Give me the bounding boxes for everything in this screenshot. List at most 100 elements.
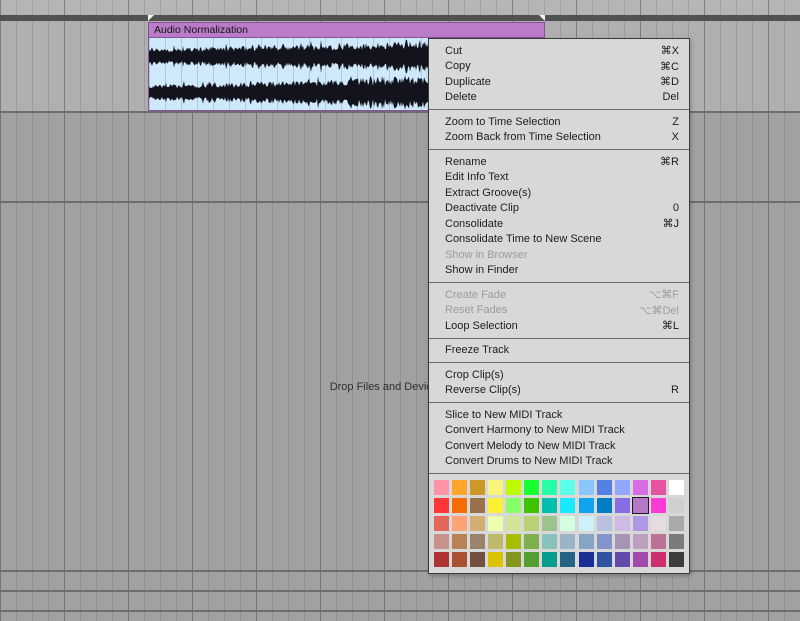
color-swatch-3dc300[interactable] <box>524 498 539 513</box>
menu-item-rename[interactable]: Rename⌘R <box>429 154 689 170</box>
color-swatch-d2e498[interactable] <box>506 516 521 531</box>
color-swatch-99836a[interactable] <box>470 534 485 549</box>
menu-item-deactivate-clip[interactable]: Deactivate Clip0 <box>429 201 689 217</box>
color-swatch-b677c6[interactable] <box>633 498 648 513</box>
color-swatch-e553a0[interactable] <box>651 480 666 495</box>
color-swatch-cc9927[interactable] <box>470 480 485 495</box>
color-swatch-ffa529[interactable] <box>452 480 467 495</box>
color-swatch-8bc5ff[interactable] <box>579 480 594 495</box>
color-swatch-25ffa8[interactable] <box>542 480 557 495</box>
menu-item-delete[interactable]: DeleteDel <box>429 90 689 106</box>
return-track-lane-b[interactable] <box>0 592 800 610</box>
color-swatch-00bfaf[interactable] <box>542 498 557 513</box>
color-swatch-1a2f96[interactable] <box>579 552 594 567</box>
menu-item-convert-melody-to-new-midi-track[interactable]: Convert Melody to New MIDI Track <box>429 438 689 454</box>
color-swatch-19e9ff[interactable] <box>560 498 575 513</box>
color-swatch-d3ad71[interactable] <box>470 516 485 531</box>
color-swatch-1aff2f[interactable] <box>524 480 539 495</box>
color-swatch-886ce4[interactable] <box>615 498 630 513</box>
menu-item-label: Convert Drums to New MIDI Track <box>445 455 612 467</box>
color-swatch-bffb00[interactable] <box>506 480 521 495</box>
color-swatch-f7f47c[interactable] <box>488 480 503 495</box>
menu-item-zoom-back-from-time-selection[interactable]: Zoom Back from Time SelectionX <box>429 130 689 146</box>
menu-item-freeze-track[interactable]: Freeze Track <box>429 343 689 359</box>
menu-item-loop-selection[interactable]: Loop Selection⌘L <box>429 318 689 334</box>
color-swatch-2f52a2[interactable] <box>597 552 612 567</box>
menu-item-slice-to-new-midi-track[interactable]: Slice to New MIDI Track <box>429 407 689 423</box>
menu-item-reverse-clips[interactable]: Reverse Clip(s)R <box>429 383 689 399</box>
color-swatch-7db04d[interactable] <box>524 534 539 549</box>
menu-item-convert-drums-to-new-midi-track[interactable]: Convert Drums to New MIDI Track <box>429 454 689 470</box>
color-swatch-cdbbe4[interactable] <box>615 516 630 531</box>
color-swatch-a9a9a9[interactable] <box>669 516 684 531</box>
color-swatch-7b7b7b[interactable] <box>669 534 684 549</box>
menu-item-convert-harmony-to-new-midi-track[interactable]: Convert Harmony to New MIDI Track <box>429 423 689 439</box>
color-swatch-236384[interactable] <box>560 552 575 567</box>
color-swatch-e5dce1[interactable] <box>651 516 666 531</box>
color-swatch-c6928b[interactable] <box>434 534 449 549</box>
color-swatch-cdf1f8[interactable] <box>579 516 594 531</box>
color-swatch-a6be00[interactable] <box>506 534 521 549</box>
color-swatch-5cffe8[interactable] <box>560 480 575 495</box>
color-swatch-b9c1e3[interactable] <box>597 516 612 531</box>
color-swatch-88c2ba[interactable] <box>542 534 557 549</box>
master-track-lane[interactable] <box>0 612 800 621</box>
color-swatch-ff3636[interactable] <box>434 498 449 513</box>
color-swatch-bad074[interactable] <box>524 516 539 531</box>
menu-group: Freeze Track <box>429 338 689 363</box>
color-swatch-0a9c8e[interactable] <box>542 552 557 567</box>
color-swatch-624bad[interactable] <box>615 552 630 567</box>
color-swatch-d4fde1[interactable] <box>560 516 575 531</box>
menu-item-consolidate-time-to-new-scene[interactable]: Consolidate Time to New Scene <box>429 232 689 248</box>
color-swatch-539f31[interactable] <box>524 552 539 567</box>
color-swatch-bfba69[interactable] <box>488 534 503 549</box>
color-swatch-fff034[interactable] <box>488 498 503 513</box>
color-swatch-87ff67[interactable] <box>506 498 521 513</box>
beat-time-ruler[interactable] <box>0 0 800 15</box>
color-swatch-85961f[interactable] <box>506 552 521 567</box>
color-swatch-a95131[interactable] <box>452 552 467 567</box>
color-swatch-e2675a[interactable] <box>434 516 449 531</box>
color-swatch-af3333[interactable] <box>434 552 449 567</box>
menu-item-zoom-to-time-selection[interactable]: Zoom to Time SelectionZ <box>429 114 689 130</box>
color-swatch-d0d0d0[interactable] <box>669 498 684 513</box>
color-swatch-b78256[interactable] <box>452 534 467 549</box>
menu-item-duplicate[interactable]: Duplicate⌘D <box>429 74 689 90</box>
color-swatch-9bc48d[interactable] <box>542 516 557 531</box>
clip-title-bar[interactable]: Audio Normalization <box>148 22 545 37</box>
color-swatch-edffae[interactable] <box>488 516 503 531</box>
color-swatch-ff39d4[interactable] <box>651 498 666 513</box>
color-swatch-ae98e5[interactable] <box>633 516 648 531</box>
menu-item-copy[interactable]: Copy⌘C <box>429 59 689 75</box>
color-swatch-92a7ff[interactable] <box>615 480 630 495</box>
color-swatch-ffa374[interactable] <box>452 516 467 531</box>
menu-item-consolidate[interactable]: Consolidate⌘J <box>429 216 689 232</box>
color-swatch-a34bad[interactable] <box>633 552 648 567</box>
color-swatch-ffffff[interactable] <box>669 480 684 495</box>
clip-color-palette <box>429 473 689 573</box>
color-swatch-cc2e6e[interactable] <box>651 552 666 567</box>
color-swatch-5480e4[interactable] <box>597 480 612 495</box>
color-swatch-3c3c3c[interactable] <box>669 552 684 567</box>
color-swatch-8393cc[interactable] <box>597 534 612 549</box>
color-swatch-bc7196[interactable] <box>651 534 666 549</box>
color-swatch-ff94a6[interactable] <box>434 480 449 495</box>
menu-item-label: Zoom Back from Time Selection <box>445 131 601 143</box>
color-swatch-724f41[interactable] <box>470 552 485 567</box>
color-swatch-f66c03[interactable] <box>452 498 467 513</box>
return-track-lane-a[interactable] <box>0 572 800 590</box>
color-swatch-bf9fbe[interactable] <box>633 534 648 549</box>
menu-item-show-in-finder[interactable]: Show in Finder <box>429 263 689 279</box>
color-swatch-dbc300[interactable] <box>488 552 503 567</box>
menu-item-edit-info-text[interactable]: Edit Info Text <box>429 170 689 186</box>
menu-item-crop-clips[interactable]: Crop Clip(s) <box>429 367 689 383</box>
color-swatch-85a5c2[interactable] <box>579 534 594 549</box>
color-swatch-d86ce4[interactable] <box>633 480 648 495</box>
color-swatch-007dc0[interactable] <box>597 498 612 513</box>
menu-item-extract-grooves[interactable]: Extract Groove(s) <box>429 185 689 201</box>
color-swatch-a595b5[interactable] <box>615 534 630 549</box>
color-swatch-10a4ee[interactable] <box>579 498 594 513</box>
color-swatch-99724b[interactable] <box>470 498 485 513</box>
menu-item-cut[interactable]: Cut⌘X <box>429 43 689 59</box>
color-swatch-9bb3c4[interactable] <box>560 534 575 549</box>
